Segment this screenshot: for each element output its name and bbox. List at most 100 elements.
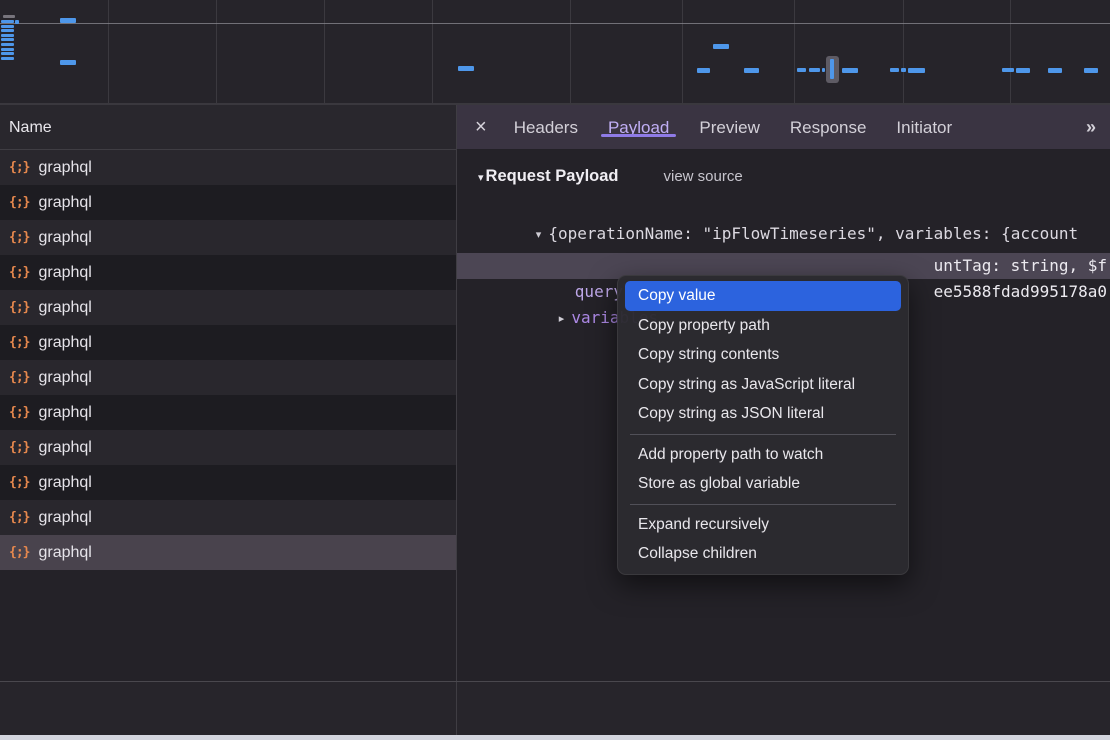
request-row-graphql[interactable]: {;} graphql	[0, 185, 456, 220]
context-menu: Copy valueCopy property pathCopy string …	[617, 275, 909, 575]
request-row-graphql[interactable]: {;}graphql	[0, 430, 456, 465]
request-timing-bar	[901, 68, 906, 72]
timeline-gridline	[108, 0, 109, 103]
menu-item-copy-string-contents[interactable]: Copy string contents	[625, 340, 901, 370]
operation-name-row[interactable]: operationName: "ipFlowTimeseries"	[457, 227, 1110, 253]
request-timing-bar	[1, 29, 14, 32]
menu-item-copy-string-as-javascript-literal[interactable]: Copy string as JavaScript literal	[625, 370, 901, 400]
request-row-graphql[interactable]: {;} graphql	[0, 290, 456, 325]
timeline-gridline	[216, 0, 217, 103]
json-request-icon: {;}	[9, 370, 29, 385]
request-name-label: graphql	[38, 229, 91, 247]
request-timing-bar	[908, 68, 925, 73]
tab-response[interactable]: Response	[775, 118, 882, 137]
view-source-link[interactable]: view source	[664, 168, 743, 185]
json-request-icon: {;}	[9, 510, 29, 525]
request-timing-bar	[15, 20, 19, 24]
request-timing-bar	[1, 34, 14, 37]
request-row-graphql[interactable]: {;}graphql	[0, 220, 456, 255]
request-timing-bar	[1084, 68, 1098, 73]
request-timing-bar	[697, 68, 710, 73]
timeline-gridline	[324, 0, 325, 103]
request-timing-bar	[60, 18, 76, 23]
request-timing-bar	[458, 66, 474, 71]
close-icon[interactable]: ×	[461, 116, 499, 139]
request-timing-bar	[3, 15, 15, 18]
tab-headers[interactable]: Headers	[499, 118, 593, 137]
json-request-icon: {;}	[9, 300, 29, 315]
request-timing-bar	[1002, 68, 1014, 72]
menu-separator	[630, 504, 896, 505]
json-request-icon: {;}	[9, 160, 29, 175]
request-timing-bar	[60, 60, 76, 65]
timeline-gridline	[682, 0, 683, 103]
request-row-graphql[interactable]: {;} graphql	[0, 395, 456, 430]
menu-item-copy-value[interactable]: Copy value	[625, 281, 901, 311]
request-name-label: graphql	[38, 194, 91, 212]
request-name-label: graphql	[38, 299, 91, 317]
request-timing-bar	[1048, 68, 1062, 73]
request-timing-bar	[744, 68, 759, 73]
json-request-icon: {;}	[9, 475, 29, 490]
request-name-label: graphql	[38, 264, 91, 282]
json-request-icon: {;}	[9, 195, 29, 210]
request-timing-bar	[1, 43, 14, 46]
menu-item-expand-recursively[interactable]: Expand recursively	[625, 510, 901, 540]
network-request-list: Name {;}graphql{;}graphql{;}graphql{;}gr…	[0, 105, 457, 681]
window-bottom-edge	[0, 735, 1110, 740]
query-value-right-fragment: untTag: string, $f	[934, 253, 1107, 279]
request-timing-bar	[809, 68, 820, 72]
timeline-selection-tick	[830, 59, 834, 79]
request-timing-bar	[1, 20, 14, 23]
more-tabs-icon[interactable]: »	[1086, 117, 1094, 138]
timeline-gridline	[570, 0, 571, 103]
tab-initiator[interactable]: Initiator	[881, 118, 967, 137]
request-row-graphql[interactable]: {;} graphql	[0, 465, 456, 500]
request-timing-bar	[1, 38, 14, 41]
timeline-gridline	[1010, 0, 1011, 103]
request-row-graphql[interactable]: {;} graphql	[0, 255, 456, 290]
request-timing-bar	[890, 68, 899, 72]
payload-root-row[interactable]: ▾{operationName: "ipFlowTimeseries", var…	[457, 195, 1110, 221]
request-name-label: graphql	[38, 439, 91, 457]
footer-area	[0, 682, 1110, 735]
request-row-graphql[interactable]: {;} graphql	[0, 360, 456, 395]
tab-payload[interactable]: Payload	[593, 118, 684, 137]
section-title: Request Payload	[486, 167, 619, 186]
request-rows: {;} graphql {;} graphql {;} graphql {;} graphql…	[0, 150, 456, 570]
footer-panel-divider	[456, 682, 457, 735]
collapse-icon[interactable]: ▸	[559, 306, 565, 332]
json-request-icon: {;}	[9, 265, 29, 280]
json-request-icon: {;}	[9, 545, 29, 560]
network-overview-timeline[interactable]	[0, 0, 1110, 105]
request-row-graphql[interactable]: {;} graphql	[0, 500, 456, 535]
menu-item-store-as-global-variable[interactable]: Store as global variable	[625, 469, 901, 499]
menu-item-copy-property-path[interactable]: Copy property path	[625, 311, 901, 341]
menu-item-collapse-children[interactable]: Collapse children	[625, 539, 901, 569]
request-row-graphql[interactable]: {;} graphql	[0, 535, 456, 570]
json-request-icon: {;}	[9, 405, 29, 420]
menu-separator	[630, 434, 896, 435]
request-timing-bar	[1, 52, 14, 55]
request-name-label: graphql	[38, 404, 91, 422]
menu-item-add-property-path-to-watch[interactable]: Add property path to watch	[625, 440, 901, 470]
request-name-label: graphql	[38, 509, 91, 527]
section-expand-icon[interactable]: ▾	[478, 171, 484, 184]
request-row-graphql[interactable]: {;} graphql	[0, 150, 456, 185]
request-name-label: graphql	[38, 159, 91, 177]
json-request-icon: {;}	[9, 335, 29, 350]
details-tab-bar: × HeadersPayloadPreviewResponseInitiator…	[457, 105, 1110, 150]
timeline-gridline	[794, 0, 795, 103]
request-name-label: graphql	[38, 544, 91, 562]
menu-item-copy-string-as-json-literal[interactable]: Copy string as JSON literal	[625, 399, 901, 429]
request-payload-section-header: ▾ Request Payload view source	[457, 150, 1110, 195]
timeline-gridline	[432, 0, 433, 103]
request-name-label: graphql	[38, 474, 91, 492]
name-column-header[interactable]: Name	[0, 105, 456, 150]
request-name-label: graphql	[38, 369, 91, 387]
tab-preview[interactable]: Preview	[684, 118, 774, 137]
timeline-midline	[0, 23, 1110, 24]
request-timing-bar	[842, 68, 858, 73]
request-row-graphql[interactable]: {;}graphql	[0, 325, 456, 360]
variables-value-right-fragment: ee5588fdad995178a0	[934, 279, 1107, 305]
